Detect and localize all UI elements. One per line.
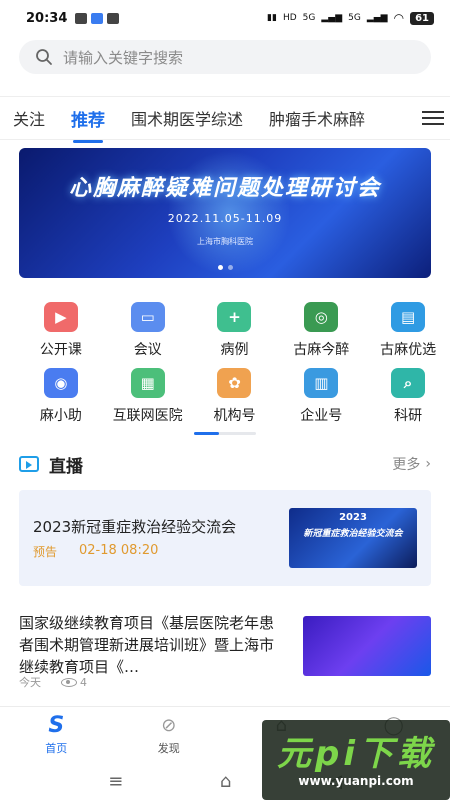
research-magnifier-icon: ⌕ <box>391 368 426 398</box>
promo-banner[interactable]: 心胸麻醉疑难问题处理研讨会 2022.11.05-11.09 上海市胸科医院 <box>19 148 431 278</box>
feature-label: 古麻今醉 <box>293 342 350 358</box>
tab-follow[interactable]: 关注 <box>0 106 58 130</box>
status-time: 20:34 <box>26 10 68 26</box>
feature-label: 互联网医院 <box>112 408 183 424</box>
vibrate-icon: ▮▮ <box>267 13 277 23</box>
tab-recommend[interactable]: 推荐 <box>58 106 118 131</box>
thumbnail-title: 新冠重症救治经验交流会 <box>303 529 403 539</box>
hospital-building-icon: ▦ <box>130 368 165 398</box>
article-item[interactable]: 国家级继续教育项目《基层医院老年患者围术期管理新进展培训班》暨上海市继续教育项目… <box>19 612 431 692</box>
institution-badge-icon: ✿ <box>217 368 252 398</box>
book-icon: ▤ <box>391 302 426 332</box>
video-camera-icon: ▶ <box>43 302 78 332</box>
mail-icon <box>107 12 120 24</box>
journal-seal-icon: ◎ <box>304 302 339 332</box>
status-right: ▮▮ HD 5G ▂▄▆ 5G ▂▄▆ ◠ 61 <box>267 11 434 25</box>
article-date: 今天 <box>19 676 41 689</box>
live-item-time: 02-18 08:20 <box>79 543 159 558</box>
feature-row1-4[interactable]: ▤ 古麻优选 <box>366 302 450 368</box>
app-notification-icon <box>91 12 104 24</box>
feature-row2-4[interactable]: ⌕ 科研 <box>366 368 450 434</box>
medical-clipboard-icon: + <box>217 302 252 332</box>
feature-row1-2[interactable]: + 病例 <box>193 302 277 368</box>
feature-row2-2[interactable]: ✿ 机构号 <box>193 368 277 434</box>
tab-menu-icon[interactable] <box>422 107 444 129</box>
feature-label: 企业号 <box>300 408 343 424</box>
bottom-nav-item-1[interactable]: ⊘ 发现 <box>113 707 226 762</box>
signal-b-icon: ▂▄▆ <box>366 13 388 23</box>
wifi-icon: ◠ <box>393 11 405 25</box>
banner-date: 2022.11.05-11.09 <box>167 212 283 225</box>
banner-title: 心胸麻醉疑难问题处理研讨会 <box>68 176 381 201</box>
compass-icon: ⊘ <box>161 714 177 736</box>
banner-dot-active <box>217 265 223 270</box>
thumbnail-year: 2023 <box>339 512 367 523</box>
hd-label: HD <box>282 13 297 23</box>
feature-row2-0[interactable]: ◉ 麻小助 <box>19 368 103 434</box>
bottom-nav-label: 首页 <box>45 742 68 755</box>
home-icon[interactable]: ⌂ <box>220 771 231 792</box>
feature-grid: ▶ 公开课 ▭ 会议 + 病例 ◎ 古麻今醉 ▤ 古麻优选 ◉ 麻小助 ▦ 互联网医院 ✿ 机构号 ▥ 企业号 ⌕… <box>0 302 450 434</box>
search-placeholder[interactable]: 请输入关键字搜索 <box>63 47 183 68</box>
feature-row1-1[interactable]: ▭ 会议 <box>106 302 190 368</box>
live-item-card[interactable]: 2023新冠重症救治经验交流会 预告 02-18 08:20 2023 新冠重症… <box>19 490 431 586</box>
watermark-logo: 元pi下载 www.yuanpi.com <box>262 720 450 800</box>
notification-icons <box>75 12 120 24</box>
status-bar: 20:34 ▮▮ HD 5G ▂▄▆ 5G ▂▄▆ ◠ 61 <box>0 0 450 36</box>
article-thumbnail <box>303 616 431 676</box>
watermark-text: 元pi下载 <box>277 734 435 774</box>
wechat-icon <box>75 12 88 24</box>
grid-pager <box>194 432 256 435</box>
menu-icon[interactable]: ≡ <box>108 771 123 792</box>
feature-label: 麻小助 <box>39 408 82 424</box>
grid-pager-active <box>194 432 219 435</box>
banner-dot <box>227 265 233 270</box>
battery-icon: 61 <box>410 11 434 25</box>
views-eye-icon <box>61 677 77 687</box>
feature-label: 会议 <box>133 342 162 358</box>
banner-organizer: 上海市胸科医院 <box>197 237 253 246</box>
feature-row-1: ▶ 公开课 ▭ 会议 + 病例 ◎ 古麻今醉 ▤ 古麻优选 <box>0 302 450 368</box>
home-logo-icon: S <box>48 712 65 738</box>
live-item-thumbnail: 2023 新冠重症救治经验交流会 <box>289 508 417 568</box>
feature-label: 公开课 <box>39 342 82 358</box>
feature-row1-0[interactable]: ▶ 公开课 <box>19 302 103 368</box>
signal-a-icon: ▂▄▆ <box>321 13 343 23</box>
live-section-title: 直播 <box>49 456 83 477</box>
feature-label: 科研 <box>394 408 423 424</box>
search-bar[interactable]: 请输入关键字搜索 <box>19 40 431 74</box>
live-item-title: 2023新冠重症救治经验交流会 <box>33 518 237 536</box>
live-section-header: 直播 更多 › <box>19 452 431 477</box>
chevron-right-icon[interactable]: › <box>425 456 431 472</box>
signal-b-label: 5G <box>348 13 361 23</box>
robot-assistant-icon: ◉ <box>43 368 78 398</box>
feature-label: 古麻优选 <box>380 342 437 358</box>
feature-label: 机构号 <box>213 408 256 424</box>
tv-icon <box>19 456 39 472</box>
article-views: 4 <box>80 675 87 689</box>
feature-row2-3[interactable]: ▥ 企业号 <box>279 368 363 434</box>
feature-label: 病例 <box>220 342 249 358</box>
tab-tumor-anesthesia[interactable]: 肿瘤手术麻醉 <box>256 106 378 130</box>
tab-perioperative-review[interactable]: 围术期医学综述 <box>118 106 256 130</box>
feature-row1-3[interactable]: ◎ 古麻今醉 <box>279 302 363 368</box>
signal-a-label: 5G <box>302 13 316 23</box>
feature-row-2: ◉ 麻小助 ▦ 互联网医院 ✿ 机构号 ▥ 企业号 ⌕ 科研 <box>0 368 450 434</box>
enterprise-building-icon: ▥ <box>304 368 339 398</box>
banner-dots <box>19 265 431 270</box>
live-item-badge: 预告 <box>33 545 58 559</box>
bottom-nav-label: 发现 <box>157 742 180 755</box>
presentation-board-icon: ▭ <box>130 302 165 332</box>
search-icon <box>36 49 52 65</box>
bottom-nav-item-0[interactable]: S 首页 <box>0 707 113 762</box>
article-title: 国家级继续教育项目《基层医院老年患者围术期管理新进展培训班》暨上海市继续教育项目… <box>19 614 275 676</box>
feature-row2-1[interactable]: ▦ 互联网医院 <box>106 368 190 434</box>
watermark-url: www.yuanpi.com <box>298 774 414 788</box>
channel-tabs: 关注 推荐 围术期医学综述 肿瘤手术麻醉 <box>0 96 450 140</box>
live-more-link[interactable]: 更多 <box>392 454 420 474</box>
article-meta: 今天 4 <box>19 674 87 690</box>
